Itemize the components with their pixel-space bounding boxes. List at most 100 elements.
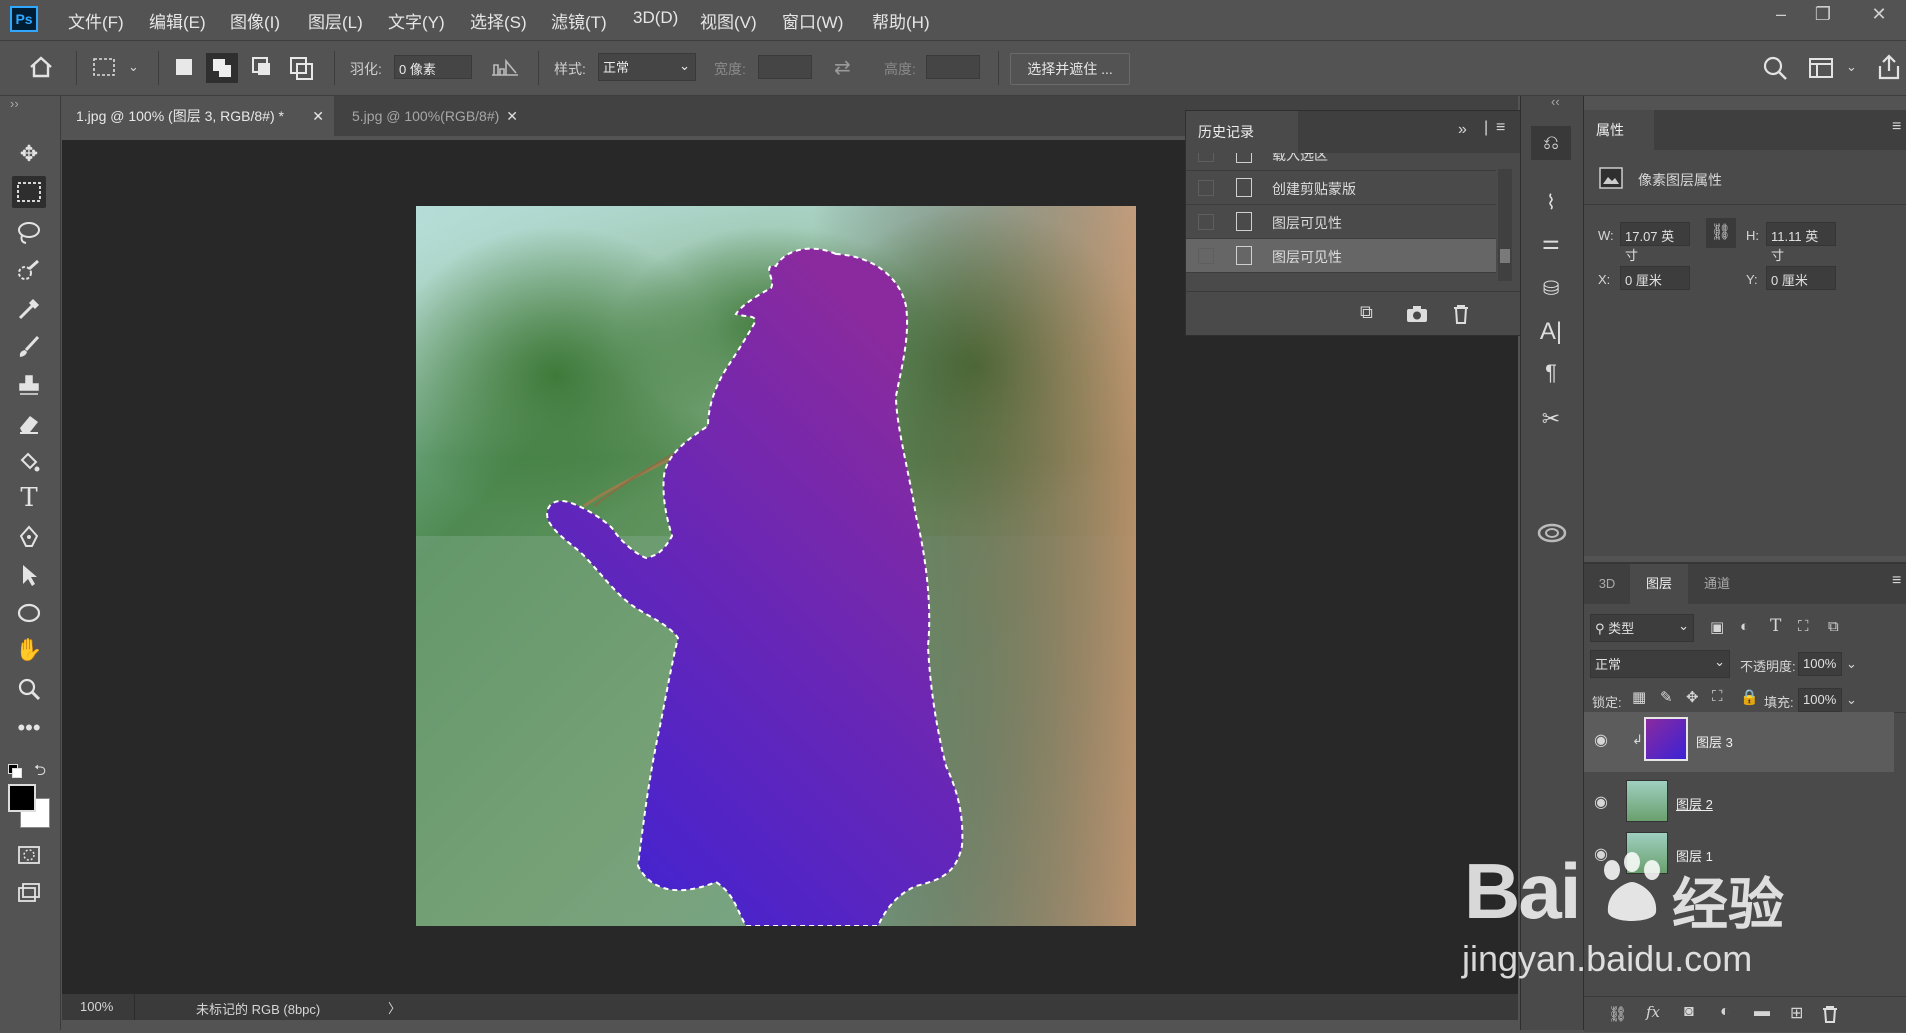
- zoom-tool-icon[interactable]: [12, 672, 46, 704]
- filter-smart-object-icon[interactable]: ⧉: [1828, 618, 1839, 635]
- brush-tool-icon[interactable]: [12, 330, 46, 362]
- ellipse-tool-icon[interactable]: [12, 596, 46, 628]
- menu-help[interactable]: 帮助(H): [872, 8, 930, 33]
- default-colors-icon[interactable]: [8, 764, 22, 778]
- foreground-color-swatch[interactable]: [8, 784, 36, 812]
- filter-pixel-icon[interactable]: ▣: [1710, 618, 1724, 636]
- history-item[interactable]: 载入选区: [1186, 153, 1496, 171]
- path-selection-tool-icon[interactable]: [12, 558, 46, 590]
- swap-colors-icon[interactable]: ⮌: [34, 760, 46, 785]
- anti-alias-icon[interactable]: [490, 57, 520, 77]
- height-input[interactable]: [926, 55, 980, 79]
- new-layer-icon[interactable]: ⊞: [1790, 1003, 1803, 1023]
- marquee-tool-preset-icon[interactable]: [92, 57, 116, 77]
- collapse-toolbar-icon[interactable]: ››: [10, 96, 19, 111]
- adjustments-icon[interactable]: ⚌: [1531, 230, 1571, 255]
- clone-source-icon[interactable]: ⛁: [1531, 276, 1571, 301]
- panel-menu-icon[interactable]: ≡: [1496, 119, 1505, 137]
- add-mask-icon[interactable]: ◙: [1684, 1003, 1694, 1021]
- panel-menu-icon[interactable]: ≡: [1892, 572, 1901, 590]
- subtract-selection-icon[interactable]: [252, 57, 270, 75]
- link-icon[interactable]: ⛓: [1706, 218, 1736, 248]
- document-canvas[interactable]: [416, 206, 1136, 926]
- new-selection-icon[interactable]: [176, 59, 192, 75]
- swap-dimensions-icon[interactable]: ⇄: [834, 55, 851, 80]
- x-field[interactable]: 0 厘米: [1620, 266, 1690, 290]
- filter-shape-icon[interactable]: ⛶: [1798, 618, 1809, 635]
- panel-menu-icon[interactable]: ≡: [1892, 118, 1901, 136]
- expand-panels-icon[interactable]: ‹‹: [1551, 94, 1560, 109]
- paint-bucket-tool-icon[interactable]: [12, 444, 46, 476]
- layer-row[interactable]: ◉ 图层 2: [1584, 774, 1894, 834]
- filter-adjustment-icon[interactable]: ◐: [1740, 618, 1749, 635]
- menu-layer[interactable]: 图层(L): [308, 8, 363, 33]
- layer-name[interactable]: 图层 3: [1696, 732, 1733, 751]
- style-select[interactable]: 正常 ⌄: [598, 53, 696, 81]
- status-expand-icon[interactable]: 〉: [388, 998, 401, 1017]
- fill-field[interactable]: 100%: [1798, 688, 1842, 712]
- history-title[interactable]: 历史记录: [1186, 111, 1298, 153]
- adjustment-layer-icon[interactable]: ◐: [1720, 1003, 1730, 1021]
- lock-all-icon[interactable]: 🔒: [1740, 688, 1759, 706]
- menu-select[interactable]: 选择(S): [470, 8, 527, 33]
- trash-icon[interactable]: [1452, 304, 1470, 324]
- character-panel-icon[interactable]: A|: [1531, 318, 1571, 346]
- panel-collapse-icon[interactable]: »: [1458, 121, 1467, 139]
- history-scrollbar[interactable]: [1498, 169, 1512, 281]
- tab-layers[interactable]: 图层: [1630, 564, 1688, 604]
- share-icon[interactable]: [1876, 53, 1902, 81]
- add-to-selection-icon[interactable]: [206, 53, 238, 83]
- menu-filter[interactable]: 滤镜(T): [551, 8, 607, 33]
- opacity-field[interactable]: 100%: [1798, 652, 1842, 676]
- group-folder-icon[interactable]: ▬: [1754, 1003, 1770, 1021]
- menu-view[interactable]: 视图(V): [700, 8, 757, 33]
- link-layers-icon[interactable]: ⛓: [1608, 1005, 1627, 1023]
- intersect-selection-icon[interactable]: [290, 57, 313, 80]
- restore-button[interactable]: ❐: [1808, 4, 1838, 25]
- zoom-level[interactable]: 100%: [80, 999, 113, 1014]
- layer-name[interactable]: 图层 2: [1676, 794, 1713, 813]
- feather-input[interactable]: 0 像素: [394, 55, 472, 79]
- home-icon[interactable]: [28, 55, 54, 79]
- lock-artboard-icon[interactable]: ⛶: [1712, 688, 1723, 705]
- close-window-button[interactable]: ✕: [1864, 4, 1894, 25]
- hand-tool-icon[interactable]: ✋: [12, 634, 46, 666]
- close-icon[interactable]: ✕: [506, 96, 518, 136]
- quick-mask-icon[interactable]: [12, 838, 46, 870]
- eyedropper-tool-icon[interactable]: [12, 292, 46, 324]
- lock-position-icon[interactable]: ✥: [1686, 688, 1699, 706]
- eye-icon[interactable]: ◉: [1594, 730, 1608, 750]
- filter-type-icon[interactable]: T: [1770, 616, 1781, 636]
- minimize-button[interactable]: –: [1766, 4, 1796, 25]
- chevron-down-icon[interactable]: ⌄: [1846, 692, 1857, 708]
- workspace-icon[interactable]: [1808, 57, 1834, 79]
- tab-3d[interactable]: 3D: [1584, 564, 1630, 604]
- lock-image-icon[interactable]: ✎: [1660, 688, 1673, 706]
- lasso-tool-icon[interactable]: [12, 216, 46, 248]
- menu-window[interactable]: 窗口(W): [782, 8, 843, 33]
- brush-settings-icon[interactable]: ⌇: [1531, 190, 1571, 215]
- new-document-from-state-icon[interactable]: ⧉: [1360, 302, 1373, 323]
- trash-icon[interactable]: [1822, 1005, 1838, 1023]
- eye-icon[interactable]: ◉: [1594, 792, 1608, 812]
- search-icon[interactable]: [1762, 55, 1788, 81]
- menu-edit[interactable]: 编辑(E): [149, 8, 206, 33]
- rectangular-marquee-tool-icon[interactable]: [12, 176, 46, 208]
- select-and-mask-button[interactable]: 选择并遮住 ...: [1010, 53, 1130, 85]
- more-tools-icon[interactable]: •••: [12, 712, 46, 744]
- camera-icon[interactable]: [1406, 305, 1428, 323]
- screen-mode-icon[interactable]: [12, 876, 46, 908]
- menu-image[interactable]: 图像(I): [230, 8, 280, 33]
- height-field[interactable]: 11.11 英寸: [1766, 222, 1836, 263]
- layer-style-icon[interactable]: fx: [1646, 1003, 1660, 1021]
- blend-mode-select[interactable]: 正常 ⌄: [1590, 650, 1730, 678]
- type-tool-icon[interactable]: T: [12, 482, 46, 514]
- history-item[interactable]: 创建剪贴蒙版: [1186, 171, 1496, 205]
- pen-tool-icon[interactable]: [12, 520, 46, 552]
- menu-type[interactable]: 文字(Y): [388, 8, 445, 33]
- move-tool-icon[interactable]: ✥: [12, 138, 46, 170]
- quick-selection-tool-icon[interactable]: [12, 254, 46, 286]
- history-item[interactable]: 图层可见性: [1186, 205, 1496, 239]
- width-input[interactable]: [758, 55, 812, 79]
- chevron-down-icon[interactable]: ⌄: [1846, 59, 1857, 75]
